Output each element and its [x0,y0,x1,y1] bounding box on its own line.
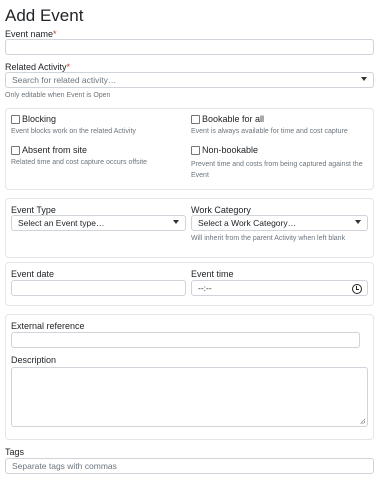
bookable-for-all-checkbox[interactable] [191,115,200,124]
tags-placeholder: Separate tags with commas [12,461,117,471]
event-type-selected: Select an Event type… [18,218,105,228]
work-category-select[interactable]: Select a Work Category… [191,215,368,231]
related-activity-help: Only editable when Event is Open [5,92,111,99]
chevron-down-icon [355,220,361,224]
event-name-input[interactable] [5,39,374,55]
event-time-value: --:-- [198,283,212,293]
work-category-selected: Select a Work Category… [198,218,297,228]
event-time-input[interactable]: --:-- [191,280,368,296]
work-category-label: Work Category [191,205,251,215]
work-category-help: Will inherit from the parent Activity wh… [191,235,346,242]
absent-from-site-label: Absent from site [22,145,88,155]
non-bookable-label: Non-bookable [202,145,259,155]
event-name-label-text: Event name [5,29,54,39]
resize-grip-icon[interactable] [360,419,365,424]
absent-from-site-checkbox[interactable] [11,146,20,155]
tags-label: Tags [5,447,25,457]
non-bookable-checkbox[interactable] [191,146,200,155]
page-title: Add Event [5,6,84,25]
tags-input[interactable]: Separate tags with commas [5,458,374,474]
related-activity-label-text: Related Activity [5,62,67,72]
blocking-checkbox[interactable] [11,115,20,124]
event-type-label: Event Type [11,205,56,215]
external-reference-label: External reference [11,321,85,331]
clock-icon[interactable] [352,284,362,294]
event-date-input[interactable] [11,280,186,296]
event-name-label: Event name* [5,29,57,39]
absent-from-site-help: Related time and cost capture occurs off… [11,159,148,166]
related-activity-placeholder: Search for related activity… [12,75,117,85]
bookable-for-all-label: Bookable for all [202,114,265,124]
required-mark: * [66,62,71,72]
description-label: Description [11,355,57,365]
event-date-label: Event date [11,269,55,279]
event-type-select[interactable]: Select an Event type… [11,215,186,231]
required-mark: * [53,29,57,39]
chevron-down-icon [173,220,179,224]
blocking-help: Event blocks work on the related Activit… [11,128,136,135]
blocking-label: Blocking [22,114,57,124]
non-bookable-help: Prevent time and costs from being captur… [191,161,363,179]
event-time-label: Event time [191,269,234,279]
chevron-down-icon [361,77,367,81]
description-textarea[interactable] [11,367,368,427]
related-activity-label: Related Activity* [5,62,70,72]
related-activity-select[interactable]: Search for related activity… [5,72,374,88]
bookable-for-all-help: Event is always available for time and c… [191,128,348,135]
external-reference-input[interactable] [11,332,360,348]
